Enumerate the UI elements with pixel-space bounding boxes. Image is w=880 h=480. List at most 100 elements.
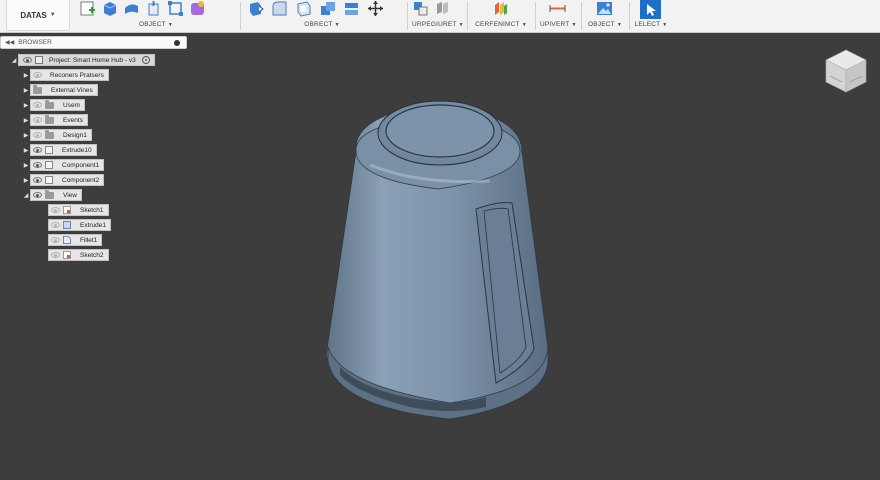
measure-icon[interactable]	[549, 0, 566, 17]
toolbar-group-object: OBJECT ▼	[79, 0, 233, 31]
expand-arrow-icon[interactable]: ▶	[22, 72, 30, 79]
box-icon[interactable]	[101, 0, 118, 17]
chevron-down-icon: ▼	[458, 22, 464, 28]
tree-item[interactable]: ▶ Design1	[22, 129, 92, 141]
project-name: Project: Smart Home Hub - v3	[49, 56, 136, 64]
chevron-down-icon: ▼	[571, 22, 577, 28]
tree-item-box[interactable]: Sketch2	[48, 249, 109, 261]
as-built-joint-icon[interactable]	[434, 0, 451, 17]
chevron-down-icon: ▼	[49, 12, 56, 18]
expand-arrow-icon[interactable]: ▶	[22, 147, 30, 154]
expand-arrow-icon[interactable]: ▶	[22, 132, 30, 139]
tree-item-box[interactable]: Events	[30, 114, 88, 126]
collapse-arrow-icon[interactable]: ◢	[10, 57, 18, 64]
visibility-eye-icon[interactable]	[23, 57, 32, 63]
collapse-arrow-icon[interactable]: ◢	[22, 192, 30, 199]
visibility-eye-icon[interactable]	[51, 207, 60, 213]
expand-arrow-icon[interactable]: ▶	[22, 177, 30, 184]
expand-arrow-icon[interactable]: ▶	[22, 162, 30, 169]
extrude-icon[interactable]	[145, 0, 162, 17]
insert-image-icon[interactable]	[596, 0, 613, 17]
collapse-panel-icon[interactable]: ◀◀	[5, 39, 14, 46]
component-icon	[45, 176, 53, 184]
tree-item[interactable]: ◢ View	[22, 189, 82, 201]
visibility-eye-icon[interactable]	[33, 102, 42, 108]
tree-item-label: Component2	[62, 176, 100, 184]
group-label-object[interactable]: OBJECT ▼	[79, 21, 233, 28]
select-icon[interactable]	[640, 0, 661, 19]
visibility-eye-icon[interactable]	[33, 177, 42, 183]
visibility-eye-icon[interactable]	[33, 117, 42, 123]
split-body-icon[interactable]	[343, 0, 360, 17]
tree-item-box[interactable]: Extrude10	[30, 144, 97, 156]
tree-item-box[interactable]: Component2	[30, 174, 105, 186]
extrude-feature-icon	[63, 221, 71, 229]
group-label-lelect[interactable]: LELECT ▼	[634, 21, 668, 28]
tree-root-label-box[interactable]: Project: Smart Home Hub - v3	[18, 54, 155, 66]
tree-item-box[interactable]: Sketch1	[48, 204, 109, 216]
tree-item[interactable]: ▶ Events	[22, 114, 88, 126]
tree-item-label: Extrude1	[80, 221, 107, 229]
browser-title: BROWSER	[18, 39, 52, 46]
tree-item[interactable]: ▶ Component1	[22, 159, 105, 171]
group-label-urpegiuret[interactable]: URPEGIURET ▼	[412, 21, 464, 28]
browser-header[interactable]: ◀◀ BROWSER	[0, 36, 187, 49]
combine-icon[interactable]	[319, 0, 336, 17]
tree-child-item[interactable]: Sketch2	[40, 249, 109, 261]
tree-item[interactable]: ▶ Reconers Pratsers	[22, 69, 109, 81]
appearance-icon[interactable]	[492, 0, 509, 17]
tree-item-box[interactable]: Reconers Pratsers	[30, 69, 109, 81]
visibility-eye-icon[interactable]	[33, 147, 42, 153]
tree-child-item[interactable]: Sketch1	[40, 204, 109, 216]
tree-item-box[interactable]: View	[30, 189, 82, 201]
smart-home-hub-model[interactable]	[300, 85, 580, 437]
tree-item[interactable]: ▶ Component2	[22, 174, 105, 186]
tree-item-box[interactable]: Usem	[30, 99, 85, 111]
visibility-eye-icon[interactable]	[33, 132, 42, 138]
tree-item-box[interactable]: Component1	[30, 159, 105, 171]
tree-item[interactable]: ▶ External Vines	[22, 84, 98, 96]
tree-root[interactable]: ◢ Project: Smart Home Hub - v3	[10, 54, 155, 66]
joint-icon[interactable]	[412, 0, 429, 17]
viewcube[interactable]	[822, 46, 870, 96]
tree-item-label: View	[63, 191, 77, 199]
group-label-object-2[interactable]: OBJECT ▼	[586, 21, 624, 28]
visibility-eye-icon[interactable]	[33, 192, 42, 198]
activate-target-icon[interactable]	[141, 56, 150, 64]
toolbar-group-upivert: UPIVERT ▼	[540, 0, 576, 31]
group-label-text: URPEGIURET	[412, 21, 457, 28]
press-pull-icon[interactable]	[247, 0, 264, 17]
tree-item-label: Design1	[63, 131, 87, 139]
tree-item-box[interactable]: Extrude1	[48, 219, 112, 231]
shell-icon[interactable]	[295, 0, 312, 17]
visibility-eye-icon[interactable]	[33, 162, 42, 168]
new-sketch-icon[interactable]	[79, 0, 96, 17]
workspace-switcher-button[interactable]: DATAS ▼	[6, 0, 70, 31]
select-frame-icon[interactable]	[167, 0, 184, 17]
folder-icon	[45, 99, 54, 109]
tree-item-box[interactable]: Design1	[30, 129, 92, 141]
expand-arrow-icon[interactable]: ▶	[22, 87, 30, 94]
form-icon[interactable]	[123, 0, 140, 17]
fillet-icon[interactable]	[271, 0, 288, 17]
toolbar-divider	[535, 2, 536, 30]
visibility-eye-icon[interactable]	[51, 222, 60, 228]
tree-item-box[interactable]: Fillet1	[48, 234, 103, 246]
expand-arrow-icon[interactable]: ▶	[22, 117, 30, 124]
visibility-eye-icon[interactable]	[51, 237, 60, 243]
tree-child-item[interactable]: Fillet1	[40, 234, 103, 246]
move-icon[interactable]	[367, 0, 384, 17]
tree-item-box[interactable]: External Vines	[30, 84, 98, 96]
tree-child-item[interactable]: Extrude1	[40, 219, 112, 231]
tree-item[interactable]: ▶ Usem	[22, 99, 85, 111]
tree-item[interactable]: ▶ Extrude10	[22, 144, 97, 156]
visibility-eye-icon[interactable]	[51, 252, 60, 258]
group-label-upivert[interactable]: UPIVERT ▼	[540, 21, 576, 28]
group-label-obrect[interactable]: OBRECT ▼	[247, 21, 397, 28]
expand-arrow-icon[interactable]: ▶	[22, 102, 30, 109]
pin-icon[interactable]	[174, 40, 180, 46]
group-label-text: UPIVERT	[540, 21, 570, 28]
toolbar: DATAS ▼ OBJECT ▼ OBRECT ▼ URPEGIURET ▼ C…	[0, 0, 880, 33]
group-label-cerfenimct[interactable]: CERFENIMCT ▼	[473, 21, 529, 28]
plugin-icon[interactable]	[189, 0, 206, 17]
